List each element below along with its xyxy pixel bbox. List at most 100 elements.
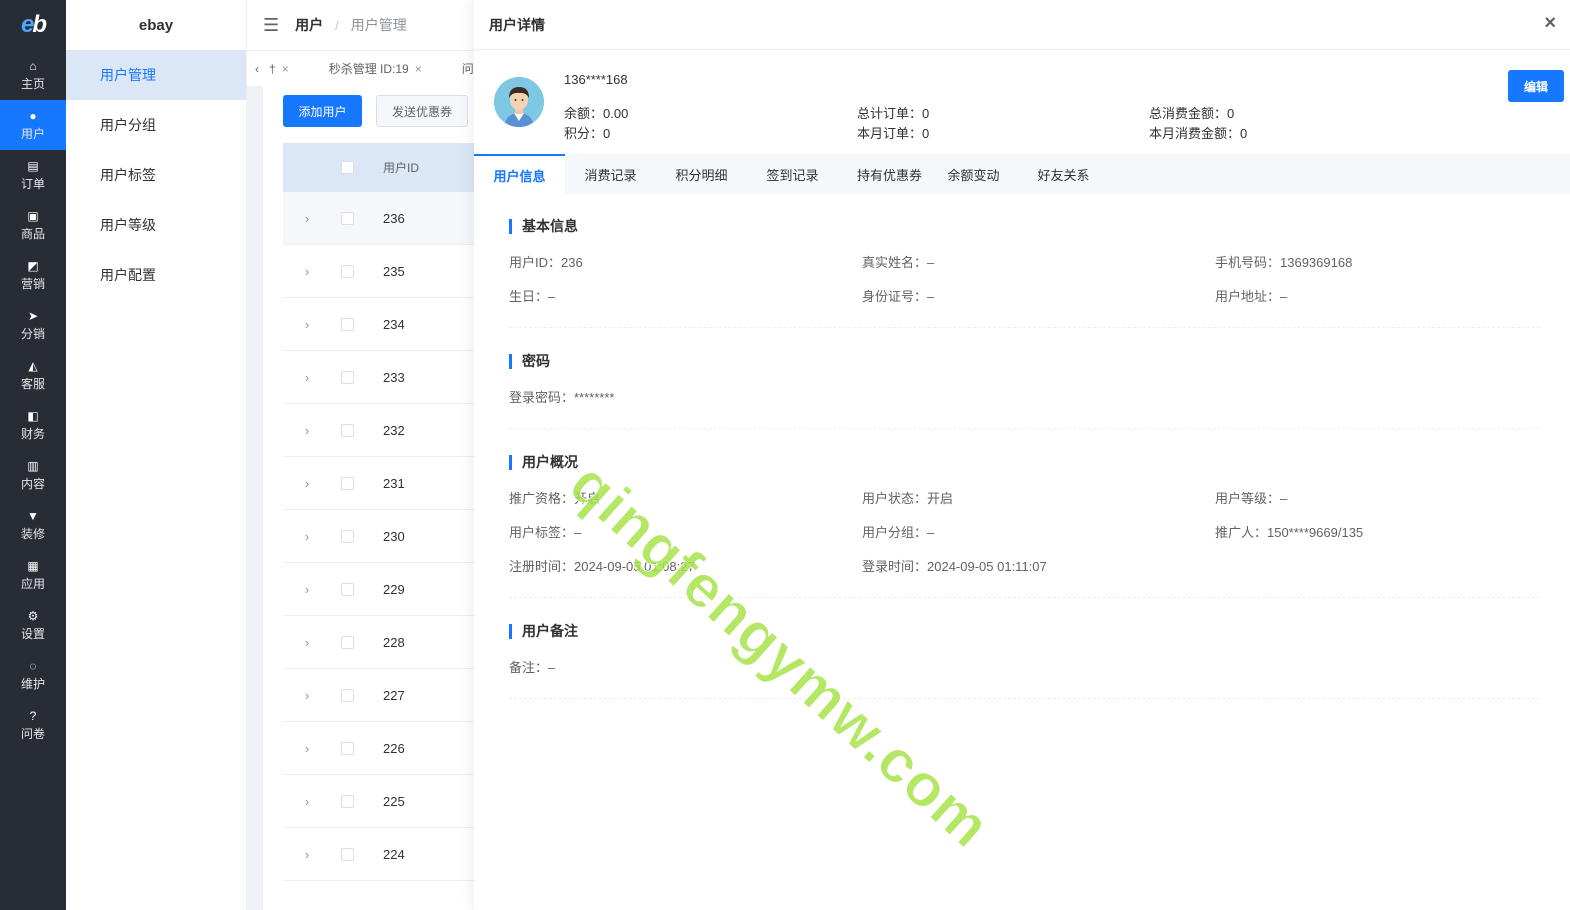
table-row[interactable]: › 232 xyxy=(283,404,483,457)
user-submenu: ebay 用户管理 用户分组 用户标签 用户等级 用户配置 xyxy=(66,0,247,910)
row-checkbox[interactable] xyxy=(340,741,354,755)
table-row[interactable]: › 228 xyxy=(283,616,483,669)
row-checkbox[interactable] xyxy=(340,582,354,596)
close-icon[interactable]: × xyxy=(1544,13,1556,33)
row-checkbox[interactable] xyxy=(340,635,354,649)
main-nav-rail: eb ⌂ 主页 ● 用户 ▤ 订单 ▣ 商品 ◩ 营销 ➤ 分销 ◭ 客服 ◧ 财务 ▥ 内容 ▼ 装修 ▦ 应用 ⚙ 设置 ◌… xyxy=(0,0,66,910)
expand-row-icon[interactable]: › xyxy=(283,211,331,226)
rail-item-user[interactable]: ● 用户 xyxy=(0,100,66,150)
rail-item-home[interactable]: ⌂ 主页 xyxy=(0,50,66,100)
rail-item-marketing[interactable]: ◩ 营销 xyxy=(0,250,66,300)
edit-button[interactable]: 编辑 xyxy=(1508,70,1564,102)
cell-user-id: 232 xyxy=(383,422,405,438)
table-row[interactable]: › 230 xyxy=(283,510,483,563)
tag-close-icon[interactable]: × xyxy=(282,62,289,76)
expand-row-icon[interactable]: › xyxy=(283,582,331,597)
rail-item-label: 客服 xyxy=(20,376,45,391)
expand-row-icon[interactable]: › xyxy=(283,794,331,809)
divider xyxy=(509,597,1540,598)
row-checkbox[interactable] xyxy=(340,476,354,490)
tag-item[interactable]: † × xyxy=(269,62,289,76)
submenu-item-user-level[interactable]: 用户等级 xyxy=(66,200,246,250)
rail-item-distribution[interactable]: ➤ 分销 xyxy=(0,300,66,350)
rail-item-label: 主页 xyxy=(20,76,45,91)
rail-item-decoration[interactable]: ▼ 装修 xyxy=(0,500,66,550)
submenu-item-user-group[interactable]: 用户分组 xyxy=(66,100,246,150)
home-icon: ⌂ xyxy=(29,58,37,73)
expand-row-icon[interactable]: › xyxy=(283,847,331,862)
rail-item-order[interactable]: ▤ 订单 xyxy=(0,150,66,200)
rail-item-apps[interactable]: ▦ 应用 xyxy=(0,550,66,600)
expand-row-icon[interactable]: › xyxy=(283,529,331,544)
divider xyxy=(509,698,1540,699)
expand-row-icon[interactable]: › xyxy=(283,741,331,756)
expand-row-icon[interactable]: › xyxy=(283,317,331,332)
row-checkbox[interactable] xyxy=(340,370,354,384)
rail-item-label: 内容 xyxy=(20,476,45,491)
row-checkbox[interactable] xyxy=(340,211,354,225)
row-checkbox[interactable] xyxy=(340,794,354,808)
row-checkbox[interactable] xyxy=(340,847,354,861)
table-row[interactable]: › 226 xyxy=(283,722,483,775)
rail-item-content[interactable]: ▥ 内容 xyxy=(0,450,66,500)
column-user-id: 用户ID xyxy=(383,161,420,175)
rail-item-settings[interactable]: ⚙ 设置 xyxy=(0,600,66,650)
tab-friends[interactable]: 好友关系 xyxy=(1006,154,1121,194)
service-icon: ◭ xyxy=(28,358,38,373)
table-row[interactable]: › 236 xyxy=(283,192,483,245)
rail-item-question[interactable]: ? 问卷 xyxy=(0,700,66,750)
row-checkbox[interactable] xyxy=(340,264,354,278)
user-profile-summary: 136****168 余额：0.00 积分：0 总计订单：0 本月订单：0 总消… xyxy=(474,50,1570,154)
rail-item-goods[interactable]: ▣ 商品 xyxy=(0,200,66,250)
expand-row-icon[interactable]: › xyxy=(283,688,331,703)
row-checkbox[interactable] xyxy=(340,529,354,543)
rail-item-maintenance[interactable]: ◌ 维护 xyxy=(0,650,66,700)
question-icon: ? xyxy=(29,708,37,723)
rail-item-finance[interactable]: ◧ 财务 xyxy=(0,400,66,450)
tags-scroll-left-icon[interactable]: ‹ xyxy=(251,62,263,76)
menu-toggle-icon[interactable]: ☰ xyxy=(263,15,279,36)
field-address: 用户地址：– xyxy=(1215,289,1288,304)
expand-row-icon[interactable]: › xyxy=(283,423,331,438)
table-row[interactable]: › 229 xyxy=(283,563,483,616)
select-all-checkbox[interactable] xyxy=(340,161,354,174)
submenu-item-user-management[interactable]: 用户管理 xyxy=(66,50,246,100)
section-basic-info: 基本信息 用户ID：236 真实姓名：– 手机号码：1369369168 生日：… xyxy=(509,219,1540,329)
order-icon: ▤ xyxy=(27,158,39,173)
row-checkbox[interactable] xyxy=(340,423,354,437)
table-row[interactable]: › 231 xyxy=(283,457,483,510)
table-row[interactable]: › 235 xyxy=(283,245,483,298)
expand-row-icon[interactable]: › xyxy=(283,264,331,279)
rail-item-service[interactable]: ◭ 客服 xyxy=(0,350,66,400)
table-row[interactable]: › 225 xyxy=(283,775,483,828)
tab-points-detail[interactable]: 积分明细 xyxy=(656,154,747,194)
submenu-item-user-tag[interactable]: 用户标签 xyxy=(66,150,246,200)
tab-balance-changes[interactable]: 余额变动 xyxy=(941,154,1006,194)
tab-user-info[interactable]: 用户信息 xyxy=(474,154,565,194)
table-row[interactable]: › 227 xyxy=(283,669,483,722)
expand-row-icon[interactable]: › xyxy=(283,370,331,385)
table-row[interactable]: › 224 xyxy=(283,828,483,881)
row-checkbox[interactable] xyxy=(340,317,354,331)
submenu-item-user-config[interactable]: 用户配置 xyxy=(66,250,246,300)
tag-close-icon[interactable]: × xyxy=(415,62,422,76)
user-icon: ● xyxy=(29,108,37,123)
expand-row-icon[interactable]: › xyxy=(283,635,331,650)
send-coupon-button[interactable]: 发送优惠券 xyxy=(376,95,468,127)
breadcrumb-user[interactable]: 用户 xyxy=(295,15,323,35)
tag-label: 秒杀管理 ID:19 xyxy=(328,62,409,76)
tag-item-seckill[interactable]: 秒杀管理 ID:19 × xyxy=(329,60,422,77)
table-row[interactable]: › 234 xyxy=(283,298,483,351)
tab-sign-in-records[interactable]: 签到记录 xyxy=(747,154,838,194)
add-user-button[interactable]: 添加用户 xyxy=(283,95,362,127)
row-checkbox[interactable] xyxy=(340,688,354,702)
section-user-remark: 用户备注 备注：– xyxy=(509,624,1540,700)
cell-user-id: 227 xyxy=(383,687,405,703)
expand-row-icon[interactable]: › xyxy=(283,476,331,491)
app-logo[interactable]: eb xyxy=(0,0,66,50)
field-real-name: 真实姓名：– xyxy=(862,255,935,270)
tab-coupons[interactable]: 持有优惠券 xyxy=(838,154,941,194)
table-row[interactable]: › 233 xyxy=(283,351,483,404)
tab-consumption-records[interactable]: 消费记录 xyxy=(565,154,656,194)
user-detail-drawer: 用户详情 × 136****168 余额：0.00 积分：0 总计订单：0 本月… xyxy=(474,0,1570,910)
